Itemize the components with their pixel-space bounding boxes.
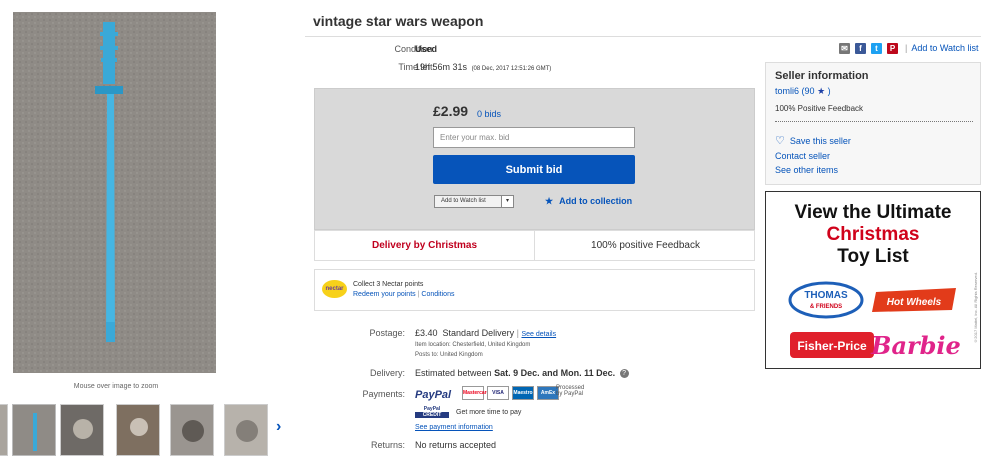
toy-list-ad[interactable]: View the Ultimate Christmas Toy List THO… <box>765 191 981 369</box>
time-left-value: 19h 56m 31s (08 Dec, 2017 12:51:26 GMT) <box>415 62 551 72</box>
time-left-countdown: 19h 56m 31s <box>415 62 468 72</box>
add-to-watch-list-link[interactable]: Add to Watch list <box>911 43 978 53</box>
nectar-links: Redeem your points | Conditions <box>353 291 454 298</box>
seller-name-row: tomli6 (90 ★ ) <box>775 86 831 97</box>
item-title: vintage star wars weapon <box>313 13 484 29</box>
svg-text:THOMAS: THOMAS <box>804 290 848 301</box>
thumbnail-strip: › <box>0 402 300 457</box>
submit-bid-button[interactable]: Submit bid <box>433 155 635 184</box>
add-to-collection-label: Add to collection <box>559 196 633 206</box>
seller-positive-feedback: 100% Positive Feedback <box>775 104 864 113</box>
chevron-right-icon[interactable]: › <box>276 418 281 436</box>
email-icon[interactable]: ✉ <box>839 43 850 54</box>
credit-logo-credit: CREDIT <box>415 412 449 418</box>
see-other-items-link[interactable]: See other items <box>775 165 838 175</box>
maestro-icon: Maestro <box>512 386 534 400</box>
delivery-prefix: Estimated between <box>415 368 492 378</box>
bid-box: £2.99 0 bids Submit bid Add to Watch lis… <box>314 88 755 230</box>
nectar-logo: nectar <box>322 280 347 298</box>
thumbnail[interactable] <box>0 404 8 456</box>
seller-heading: Seller information <box>775 70 869 82</box>
posts-to: Posts to: United Kingdom <box>415 352 483 358</box>
divider <box>775 121 973 122</box>
item-location: Item location: Chesterfield, United King… <box>415 342 531 348</box>
seller-feedback-score[interactable]: (90 <box>802 86 815 96</box>
svg-text:Barbie: Barbie <box>870 331 961 360</box>
thumbnail[interactable] <box>60 404 104 456</box>
processed-by-paypal: Processed by PayPal <box>556 385 584 397</box>
main-product-image[interactable] <box>13 12 216 373</box>
thumbnail[interactable] <box>224 404 268 456</box>
positive-feedback-badge: 100% positive Feedback <box>591 240 700 251</box>
delivery-label: Delivery: <box>369 368 405 378</box>
visa-icon: VISA <box>487 386 509 400</box>
svg-text:Hot Wheels: Hot Wheels <box>887 297 942 308</box>
contact-seller-link[interactable]: Contact seller <box>775 151 830 161</box>
condition-value: Used <box>415 44 438 54</box>
returns-label: Returns: <box>370 440 405 450</box>
share-separator: | <box>905 43 908 53</box>
zoom-hint: Mouse over image to zoom <box>73 383 159 390</box>
ad-copyright: ©2017 Mattel, Inc. All Rights Reserved. <box>973 272 978 344</box>
time-left-end: (08 Dec, 2017 12:51:26 GMT) <box>471 66 552 72</box>
payments-label: Payments: <box>362 389 405 399</box>
star-icon: ★ <box>817 86 826 96</box>
seller-name-link[interactable]: tomli6 <box>775 86 799 96</box>
delivery-range: Sat. 9 Dec. and Mon. 11 Dec. <box>494 368 616 378</box>
info-strip: Delivery by Christmas 100% positive Feed… <box>314 230 755 261</box>
svg-text:& FRIENDS: & FRIENDS <box>810 304 842 310</box>
conditions-link[interactable]: Conditions <box>421 291 454 298</box>
credit-text: Get more time to pay <box>456 409 522 416</box>
seller-score-close: ) <box>827 86 831 96</box>
postage-label: Postage: <box>369 328 405 338</box>
nectar-box: nectar Collect 3 Nectar points Redeem yo… <box>314 269 755 311</box>
watch-list-select[interactable]: Add to Watch list ▾ <box>434 195 514 208</box>
thumbnail[interactable] <box>116 404 160 456</box>
max-bid-input[interactable] <box>433 127 635 148</box>
ad-brand-logos: THOMAS & FRIENDS Hot Wheels Fisher-Price… <box>788 281 961 360</box>
current-price: £2.99 <box>433 103 469 119</box>
by-paypal-text: by PayPal <box>556 391 584 397</box>
seller-info-panel: Seller information tomli6 (90 ★ ) 100% P… <box>765 62 981 185</box>
redeem-points-link[interactable]: Redeem your points <box>353 291 416 298</box>
star-icon: ★ <box>545 196 554 206</box>
paypal-logo: PayPal <box>415 389 452 401</box>
postage-service: Standard Delivery <box>442 328 515 338</box>
postage-value: £3.40 Standard Delivery | See details <box>415 328 556 338</box>
mastercard-icon: Mastercard <box>462 386 490 400</box>
nectar-points-text: Collect 3 Nectar points <box>353 281 424 288</box>
nectar-separator: | <box>417 291 420 298</box>
postage-separator: | <box>516 328 519 338</box>
delivery-by-christmas: Delivery by Christmas <box>315 231 535 260</box>
watch-list-link-container: | Add to Watch list <box>905 43 979 53</box>
paypal-credit-logo: PayPal CREDIT <box>415 406 449 420</box>
bid-count-link[interactable]: 0 bids <box>477 109 501 119</box>
twitter-icon[interactable]: t <box>871 43 882 54</box>
thumbnail[interactable] <box>170 404 214 456</box>
info-icon[interactable]: ? <box>619 369 629 379</box>
thumbnail[interactable] <box>12 404 56 456</box>
svg-text:Fisher-Price: Fisher-Price <box>797 339 867 353</box>
facebook-icon[interactable]: f <box>855 43 866 54</box>
see-payment-link[interactable]: See payment information <box>415 424 493 431</box>
save-seller-link[interactable]: ♡ Save this seller <box>775 134 851 147</box>
postage-price: £3.40 <box>415 328 438 338</box>
heart-icon: ♡ <box>775 135 785 147</box>
watch-list-select-label: Add to Watch list <box>441 198 486 204</box>
returns-value: No returns accepted <box>415 440 497 450</box>
title-divider <box>305 36 981 37</box>
see-details-link[interactable]: See details <box>521 331 556 338</box>
delivery-value: Estimated between Sat. 9 Dec. and Mon. 1… <box>415 368 629 379</box>
save-seller-label: Save this seller <box>789 136 851 146</box>
chevron-down-icon: ▾ <box>501 196 513 207</box>
pinterest-icon[interactable]: P <box>887 43 898 54</box>
add-to-collection-link[interactable]: ★ Add to collection <box>545 196 632 207</box>
